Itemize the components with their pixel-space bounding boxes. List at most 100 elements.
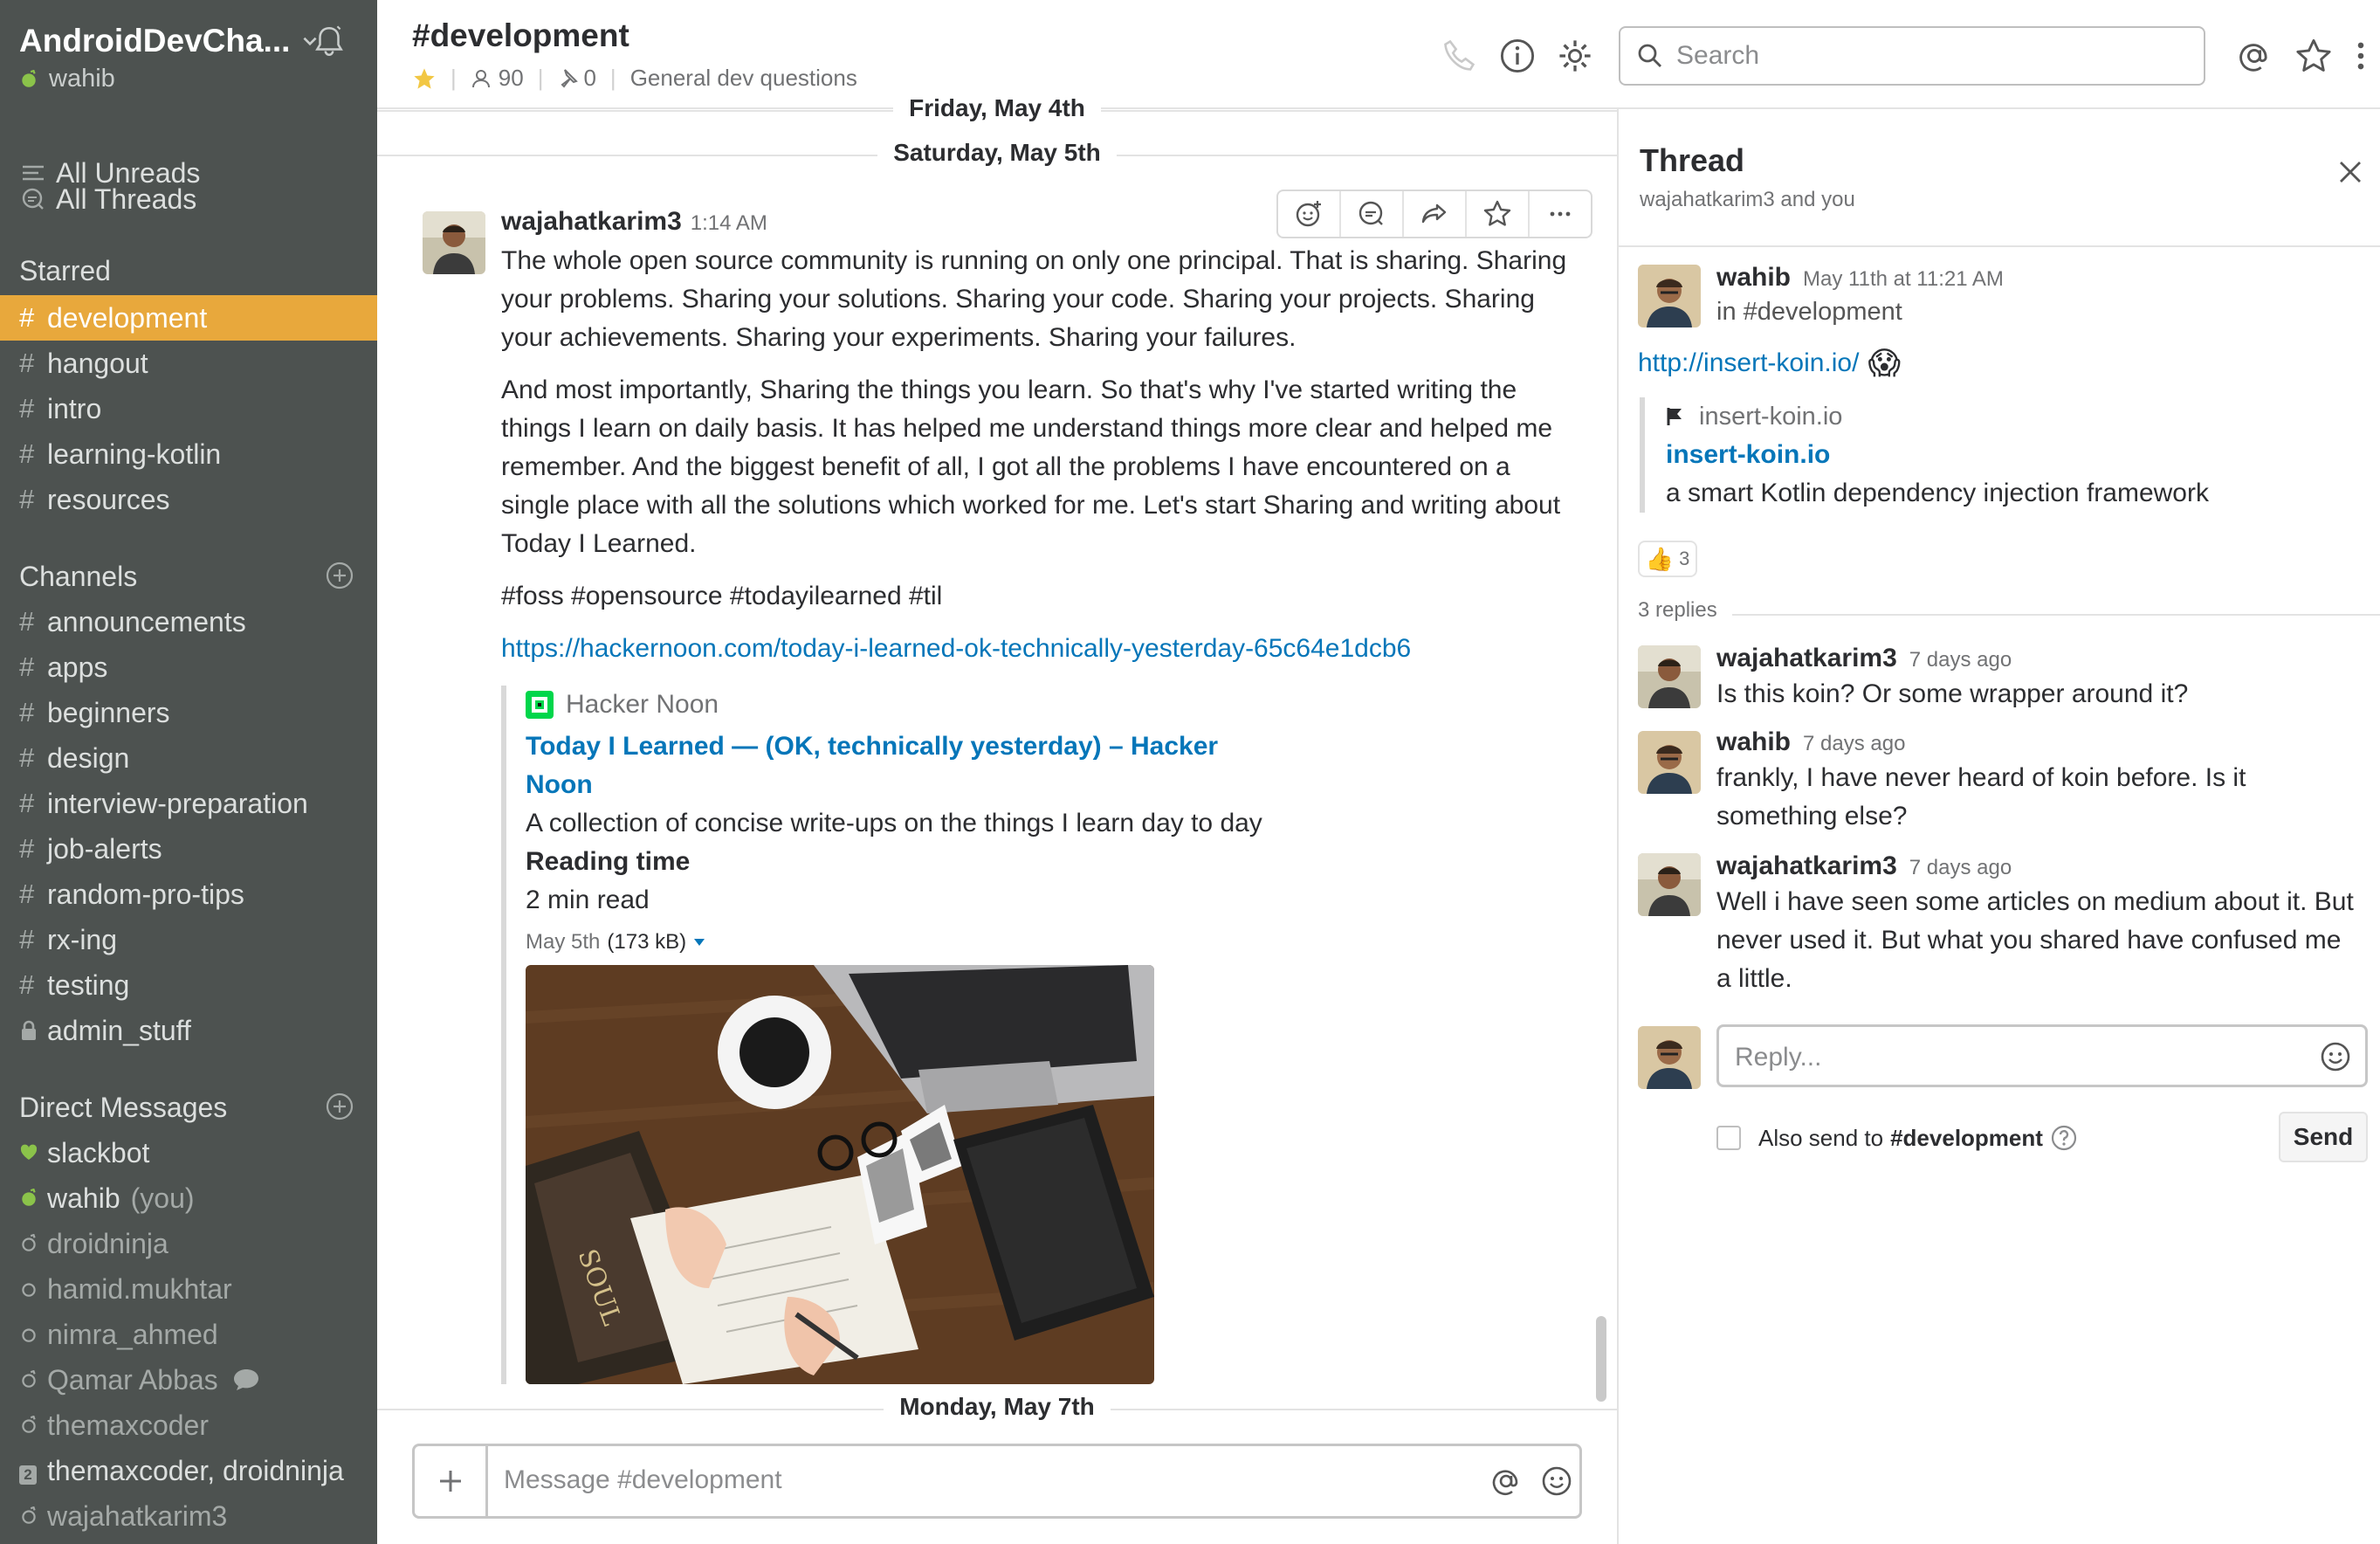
message-link[interactable]: http://insert-koin.io/: [1638, 348, 1859, 378]
dm-label: Qamar Abbas: [47, 1363, 218, 1396]
message-time[interactable]: May 11th at 11:21 AM: [1803, 267, 2004, 292]
sidebar-item-design[interactable]: # design: [19, 735, 368, 781]
attachment-title[interactable]: Today I Learned — (OK, technically yeste…: [526, 727, 1287, 804]
gear-icon[interactable]: [1556, 37, 1594, 75]
message-time[interactable]: 7 days ago: [1909, 648, 2012, 672]
starred-heading: Starred: [19, 255, 111, 286]
sidebar-item-learning-kotlin[interactable]: # learning-kotlin: [19, 431, 368, 477]
reply-text: Is this koin? Or some wrapper around it?: [1716, 679, 2189, 708]
hash-icon: #: [19, 833, 35, 864]
message-author[interactable]: wajahatkarim3: [1716, 644, 1897, 673]
sidebar-item-testing[interactable]: # testing: [19, 962, 368, 1008]
avatar[interactable]: [1638, 645, 1701, 708]
unfurl-description: a smart Kotlin dependency injection fram…: [1666, 479, 2209, 507]
caret-down-icon[interactable]: [693, 938, 705, 947]
dm-wajahatkarim3[interactable]: wajahatkarim3: [19, 1493, 368, 1539]
desk-photo: SOUL: [526, 965, 1154, 1384]
attach-button[interactable]: [415, 1446, 488, 1516]
sidebar-item-apps[interactable]: # apps: [19, 644, 368, 690]
more-vertical-icon[interactable]: [2342, 37, 2380, 75]
emoji-icon[interactable]: [1539, 1464, 1574, 1499]
sidebar-item-random-pro-tips[interactable]: # random-pro-tips: [19, 872, 368, 917]
avatar[interactable]: [423, 211, 485, 274]
thread-channel-context[interactable]: in #development: [1716, 294, 2380, 329]
sidebar-all-threads[interactable]: All Threads: [19, 176, 368, 222]
sidebar-item-interview-preparation[interactable]: # interview-preparation: [19, 781, 368, 826]
workspace-switcher[interactable]: AndroidDevCha...: [19, 23, 320, 59]
message-link[interactable]: https://hackernoon.com/today-i-learned-o…: [501, 630, 1584, 668]
sidebar-item-announcements[interactable]: # announcements: [19, 599, 368, 644]
dm-themaxcoder[interactable]: themaxcoder: [19, 1403, 368, 1448]
scrollbar[interactable]: [1596, 1316, 1606, 1402]
hacker-noon-icon: [526, 691, 554, 719]
dm-group-themaxcoder-droidninja[interactable]: 2 themaxcoder, droidninja: [19, 1448, 368, 1493]
unfurl-title[interactable]: insert-koin.io: [1666, 436, 2251, 474]
pin-count[interactable]: 0: [583, 65, 595, 92]
close-icon[interactable]: [2336, 158, 2364, 186]
add-dm-icon[interactable]: [325, 1092, 354, 1121]
channel-label: job-alerts: [47, 832, 162, 865]
emoji-icon[interactable]: [2318, 1039, 2353, 1074]
info-icon[interactable]: [1498, 37, 1537, 75]
dm-slackbot[interactable]: slackbot: [19, 1130, 368, 1175]
dm-wahib[interactable]: wahib (you): [19, 1175, 368, 1221]
file-size[interactable]: (173 kB): [607, 930, 686, 955]
attachment-field-label: Reading time: [526, 847, 691, 876]
all-threads-label: All Threads: [56, 183, 197, 215]
mention-icon[interactable]: [1489, 1464, 1524, 1499]
phone-icon[interactable]: [1441, 37, 1479, 75]
message-author[interactable]: wajahatkarim3: [1716, 851, 1897, 881]
add-channel-icon[interactable]: [325, 561, 354, 590]
sidebar-item-job-alerts[interactable]: # job-alerts: [19, 826, 368, 872]
message-time[interactable]: 1:14 AM: [691, 211, 767, 236]
dm-label: themaxcoder, droidninja: [47, 1454, 344, 1486]
direct-messages-heading[interactable]: Direct Messages: [19, 1092, 227, 1124]
day-divider: Monday, May 7th: [377, 1393, 1617, 1424]
channel-topic[interactable]: General dev questions: [630, 65, 857, 92]
message-composer[interactable]: Message #development: [412, 1444, 1582, 1519]
sidebar-item-rx-ing[interactable]: # rx-ing: [19, 917, 368, 962]
channel-title[interactable]: #development: [412, 17, 629, 54]
attachment-image[interactable]: SOUL: [526, 965, 1154, 1384]
presence-away-icon: [19, 1234, 47, 1253]
member-count[interactable]: 90: [499, 65, 524, 92]
search-input[interactable]: Search: [1619, 26, 2205, 86]
channels-heading[interactable]: Channels: [19, 561, 137, 593]
dm-hamid-mukhtar[interactable]: hamid.mukhtar: [19, 1266, 368, 1312]
avatar[interactable]: [1638, 853, 1701, 916]
current-user[interactable]: wahib: [19, 65, 115, 93]
message-author[interactable]: wahib: [1716, 727, 1791, 757]
also-send-checkbox[interactable]: [1716, 1126, 1741, 1150]
avatar[interactable]: [1638, 731, 1701, 794]
members-icon[interactable]: [471, 68, 492, 89]
sidebar-item-hangout[interactable]: # hangout: [19, 341, 368, 386]
star-filled-icon[interactable]: [412, 66, 437, 91]
mentions-icon[interactable]: [2235, 37, 2273, 75]
dm-droidninja[interactable]: droidninja: [19, 1221, 368, 1266]
lock-icon: [19, 1019, 47, 1042]
reply-input[interactable]: Reply...: [1716, 1024, 2368, 1087]
message-author[interactable]: wajahatkarim3: [501, 207, 682, 237]
send-button[interactable]: Send: [2279, 1112, 2368, 1162]
message-author[interactable]: wahib: [1716, 263, 1791, 293]
sidebar-item-resources[interactable]: # resources: [19, 477, 368, 522]
reaction-thumbsup[interactable]: 👍 3: [1638, 541, 1697, 577]
bell-icon[interactable]: [311, 23, 347, 59]
heart-icon: [19, 1143, 47, 1162]
message-time[interactable]: 7 days ago: [1909, 856, 2012, 880]
sidebar-item-intro[interactable]: # intro: [19, 386, 368, 431]
pin-icon[interactable]: [557, 68, 579, 89]
attachment-service[interactable]: Hacker Noon: [566, 690, 719, 720]
dm-qamar-abbas[interactable]: Qamar Abbas: [19, 1357, 368, 1403]
dm-nimra-ahmed[interactable]: nimra_ahmed: [19, 1312, 368, 1357]
sidebar-item-admin-stuff[interactable]: admin_stuff: [19, 1008, 368, 1053]
channel-label: interview-preparation: [47, 787, 308, 819]
help-icon[interactable]: [2050, 1124, 2078, 1152]
message-time[interactable]: 7 days ago: [1803, 732, 1905, 756]
star-icon[interactable]: [2294, 37, 2333, 75]
unfurl-site[interactable]: insert-koin.io: [1699, 403, 1842, 431]
sidebar-item-development[interactable]: # development: [0, 295, 377, 341]
avatar[interactable]: [1638, 265, 1701, 327]
sidebar-item-beginners[interactable]: # beginners: [19, 690, 368, 735]
current-user-name: wahib: [49, 65, 115, 93]
